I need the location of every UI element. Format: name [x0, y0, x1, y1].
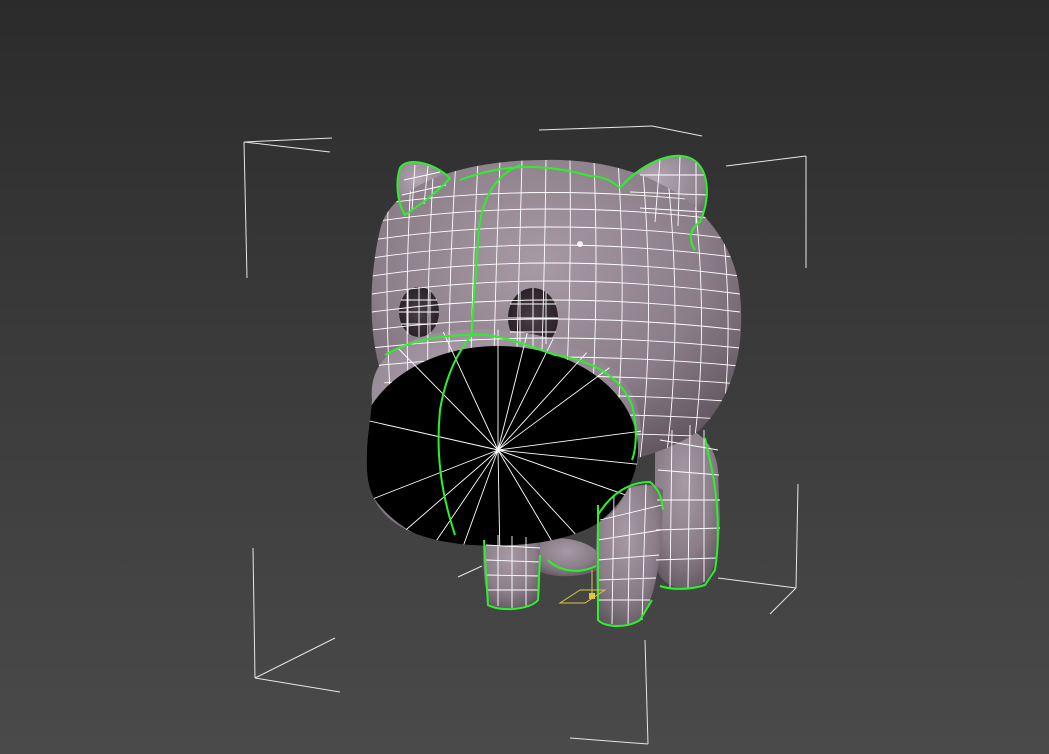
3d-viewport[interactable] — [0, 0, 1049, 754]
specular-highlight — [577, 241, 583, 247]
viewport-scene[interactable] — [0, 0, 1049, 754]
